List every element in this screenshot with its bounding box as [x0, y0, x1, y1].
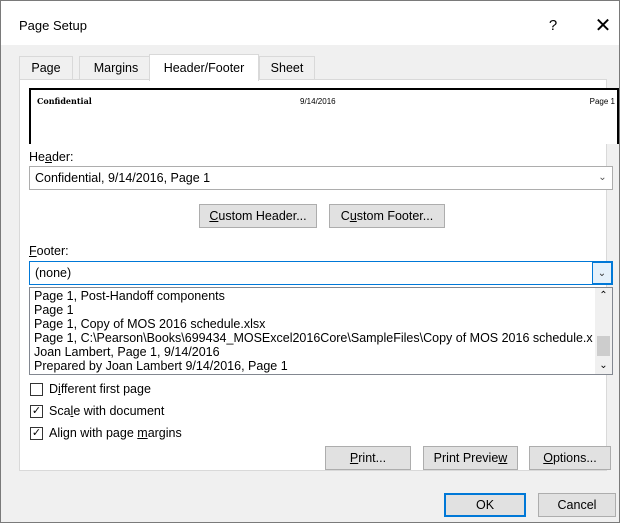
preview-center-section: 9/14/2016 — [300, 97, 336, 106]
list-item[interactable]: Prepared by Joan Lambert 9/14/2016, Page… — [34, 359, 288, 374]
checkbox-label: Align with page margins — [49, 426, 182, 440]
custom-header-button[interactable]: Custom Header... — [199, 204, 317, 228]
chevron-down-icon[interactable]: ⌄ — [595, 358, 612, 374]
ok-button[interactable]: OK — [444, 493, 526, 517]
help-button[interactable]: ? — [541, 15, 565, 37]
tab-sheet[interactable]: Sheet — [259, 56, 315, 79]
align-with-margins-checkbox[interactable]: ✓ Align with page margins — [30, 426, 230, 442]
chevron-down-icon[interactable]: ⌄ — [592, 167, 612, 189]
tab-page[interactable]: Page — [19, 56, 73, 79]
page-setup-dialog: Page Setup ? ✕ Page Margins Header/Foote… — [0, 0, 620, 523]
list-item[interactable]: Page 1 — [34, 303, 74, 318]
list-item[interactable]: Joan Lambert, Page 1, 9/14/2016 — [34, 345, 220, 360]
different-first-page-checkbox[interactable]: Different first page — [30, 382, 230, 398]
list-scrollbar[interactable]: ⌃ ⌄ — [595, 288, 612, 374]
checkmark-icon[interactable]: ✓ — [30, 405, 43, 418]
checkmark-icon[interactable]: ✓ — [30, 427, 43, 440]
header-dropdown-value: Confidential, 9/14/2016, Page 1 — [35, 171, 211, 185]
custom-footer-button[interactable]: Custom Footer... — [329, 204, 445, 228]
scale-with-document-checkbox[interactable]: ✓ Scale with document — [30, 404, 230, 420]
preview-left-section: Confidential — [37, 96, 92, 106]
close-button[interactable]: ✕ — [589, 13, 617, 39]
header-dropdown[interactable]: Confidential, 9/14/2016, Page 1 ⌄ — [29, 166, 613, 190]
print-preview-button[interactable]: Print Preview — [423, 446, 518, 470]
tab-header-footer[interactable]: Header/Footer — [149, 54, 259, 81]
footer-label: Footer: — [29, 244, 69, 258]
scrollbar-thumb[interactable] — [597, 336, 610, 356]
checkbox-label: Scale with document — [49, 404, 165, 418]
header-preview: Confidential 9/14/2016 Page 1 — [29, 88, 619, 144]
footer-dropdown-value: (none) — [35, 266, 72, 280]
preview-right-section: Page 1 — [589, 97, 615, 106]
checkbox-label: Different first page — [49, 382, 151, 396]
footer-dropdown[interactable]: (none) ⌄ — [29, 261, 613, 285]
window-title: Page Setup — [19, 18, 87, 33]
cancel-button[interactable]: Cancel — [538, 493, 616, 517]
chevron-down-icon[interactable]: ⌄ — [592, 262, 612, 284]
list-item[interactable]: Page 1, Post-Handoff components — [34, 289, 225, 304]
tab-margins[interactable]: Margins — [79, 56, 153, 79]
title-bar: Page Setup ? ✕ — [1, 1, 619, 45]
list-item[interactable]: Page 1, Copy of MOS 2016 schedule.xlsx — [34, 317, 265, 332]
print-button[interactable]: Print... — [325, 446, 411, 470]
options-button[interactable]: Options... — [529, 446, 611, 470]
list-item[interactable]: Page 1, C:\Pearson\Books\699434_MOSExcel… — [34, 331, 594, 346]
checkbox-box[interactable] — [30, 383, 43, 396]
header-label: Header: — [29, 150, 74, 164]
chevron-up-icon[interactable]: ⌃ — [595, 288, 612, 304]
footer-options-list[interactable]: Page 1, Post-Handoff components Page 1 P… — [29, 287, 613, 375]
